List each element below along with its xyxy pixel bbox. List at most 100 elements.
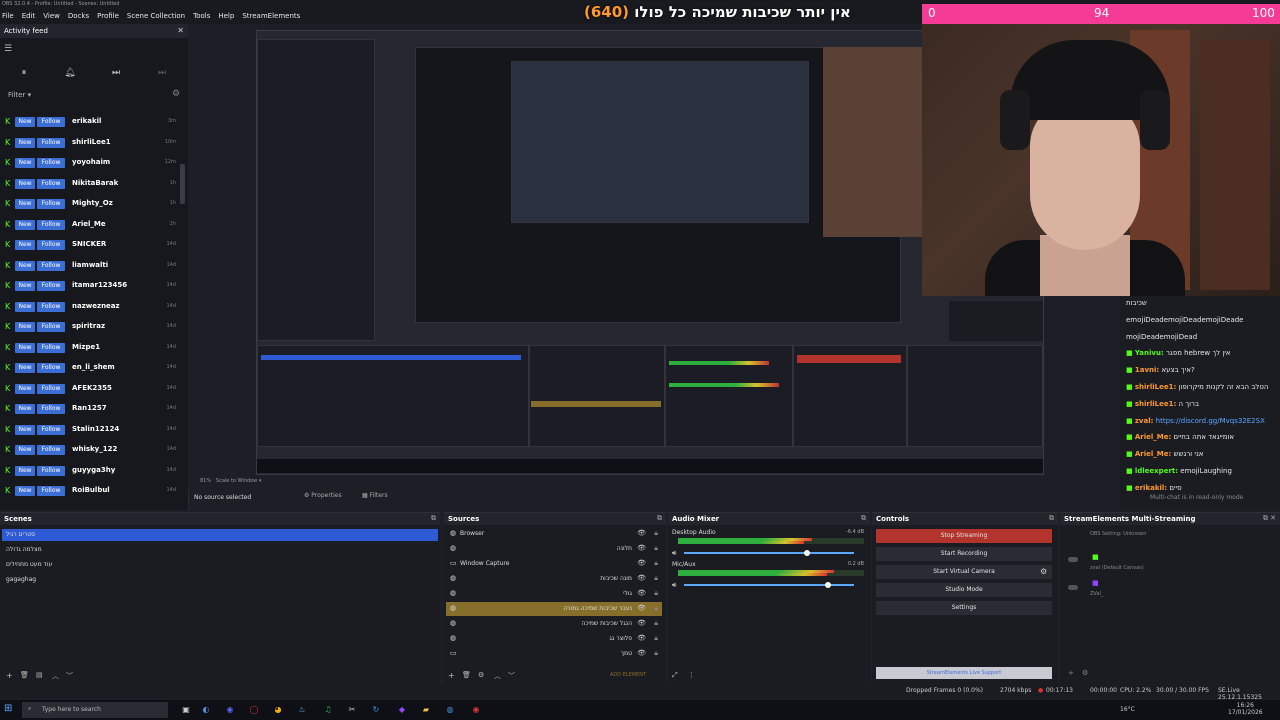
add-element-button[interactable]: ADD ELEMENT (610, 672, 646, 678)
speaker-icon[interactable]: 🔊︎ (672, 581, 676, 590)
lock-icon[interactable]: 🔒︎ (654, 604, 658, 613)
gear-icon[interactable]: ⚙ (1082, 669, 1088, 677)
folder-icon[interactable]: ▰ (420, 704, 432, 716)
source-item[interactable]: ◍ גולי 👁︎ 🔒︎ (446, 587, 662, 601)
menu-view[interactable]: View (43, 12, 60, 20)
scene-item[interactable]: מצלמה גדולה (2, 544, 438, 556)
windows-start-icon[interactable]: ⊞ (4, 703, 12, 714)
settings-button[interactable]: Settings (876, 601, 1052, 615)
lock-icon[interactable]: 🔒︎ (654, 634, 658, 643)
feed-row[interactable]: K New Follow nazwezneaz 14d (0, 299, 180, 315)
eye-icon[interactable]: 👁︎ (637, 619, 646, 627)
feed-row[interactable]: K New Follow SNICKER 14d (0, 237, 180, 253)
steam-icon[interactable]: ♨ (296, 704, 308, 716)
source-item[interactable]: ◍ פלוצר גג 👁︎ 🔒︎ (446, 632, 662, 646)
add-scene-icon[interactable]: + (6, 671, 13, 680)
feed-row[interactable]: K New Follow itamar123456 14d (0, 278, 180, 294)
toggle[interactable] (1068, 585, 1078, 590)
feed-row[interactable]: K New Follow shirliLee1 10m (0, 135, 180, 151)
opera-icon[interactable]: ◯ (248, 704, 260, 716)
obs-icon[interactable]: ◉ (470, 704, 482, 716)
skip-end-icon[interactable]: ⏭ (156, 68, 168, 80)
feed-row[interactable]: K New Follow en_li_shem 14d (0, 360, 180, 376)
feed-row[interactable]: K New Follow Mizpe1 14d (0, 340, 180, 356)
eye-icon[interactable]: 👁︎ (637, 649, 646, 657)
menu-edit[interactable]: Edit (22, 12, 36, 20)
menu-docks[interactable]: Docks (68, 12, 89, 20)
feed-row[interactable]: K New Follow whisky_122 14d (0, 442, 180, 458)
feed-row[interactable]: K New Follow Stalin12124 14d (0, 422, 180, 438)
chrome-icon[interactable]: ◕ (272, 704, 284, 716)
browser-icon[interactable]: ◍ (444, 704, 456, 716)
eye-icon[interactable]: 👁︎ (637, 589, 646, 597)
lock-icon[interactable]: 🔒︎ (654, 559, 658, 568)
task-view-icon[interactable]: ▣ (180, 704, 192, 716)
undock-icon[interactable]: ⧉ (431, 514, 436, 523)
bell-icon[interactable]: 🔔︎ (64, 68, 76, 80)
filter-icon[interactable]: ▤ (36, 671, 43, 679)
menu-profile[interactable]: Profile (97, 12, 119, 20)
source-item[interactable]: ◍ מונה שכיבות 👁︎ 🔒︎ (446, 572, 662, 586)
capcut-icon[interactable]: ✂ (346, 704, 358, 716)
feed-row[interactable]: K New Follow spiritraz 14d (0, 319, 180, 335)
eye-icon[interactable]: 👁︎ (637, 574, 646, 582)
add-icon[interactable]: + (1068, 669, 1074, 677)
filter-dropdown[interactable]: Filter ▾ (8, 91, 31, 99)
lock-icon[interactable]: 🔒︎ (654, 529, 658, 538)
feed-row[interactable]: K New Follow Ran1257 14d (0, 401, 180, 417)
menu-tools[interactable]: Tools (193, 12, 210, 20)
studio-mode-button[interactable]: Studio Mode (876, 583, 1052, 597)
menu-scene-collection[interactable]: Scene Collection (127, 12, 185, 20)
down-icon[interactable]: ﹀ (66, 671, 73, 681)
menu-icon[interactable]: ☰ (4, 44, 12, 54)
scene-item[interactable]: סטרים רגיל (2, 529, 438, 541)
feed-row[interactable]: K New Follow yoyohaim 12m (0, 155, 180, 171)
skip-icon[interactable]: ⏭ (110, 68, 122, 80)
feed-scrollbar[interactable] (180, 164, 185, 204)
pause-icon[interactable]: ⏸ (18, 68, 30, 80)
feed-row[interactable]: K New Follow Mighty_Oz 1h (0, 196, 180, 212)
speaker-icon[interactable]: 🔊︎ (672, 549, 676, 558)
menu-file[interactable]: File (2, 12, 14, 20)
down-icon[interactable]: ﹀ (508, 671, 515, 681)
source-item[interactable]: ▭ טמך 👁︎ 🔒︎ (446, 647, 662, 661)
spotify-icon[interactable]: ♫ (322, 704, 334, 716)
start-recording-button[interactable]: Start Recording (876, 547, 1052, 561)
clock[interactable]: 16:26 17/01/2026 (1228, 702, 1263, 716)
more-icon[interactable]: ⋮ (688, 671, 695, 679)
source-item[interactable]: ◍ נעבר שכיבות שמיכה גמורה 👁︎ 🔒︎ (446, 602, 662, 616)
chat-text[interactable]: https://discord.gg/Mvqs32E2SX (1156, 417, 1265, 425)
eye-icon[interactable]: 👁︎ (637, 559, 646, 567)
feed-row[interactable]: K New Follow AFEK2355 14d (0, 381, 180, 397)
add-source-icon[interactable]: + (448, 671, 455, 680)
feed-row[interactable]: K New Follow liamwalti 14d (0, 258, 180, 274)
toggle[interactable] (1068, 557, 1078, 562)
source-item[interactable]: ◍ הנגל שכיבות שמיכה 👁︎ 🔒︎ (446, 617, 662, 631)
eye-icon[interactable]: 👁︎ (637, 604, 646, 612)
lock-icon[interactable]: 🔒︎ (654, 544, 658, 553)
up-icon[interactable]: ︿ (494, 671, 501, 681)
filters-button[interactable]: ▦ Filters (362, 492, 388, 499)
start-virtual-camera-button[interactable]: Start Virtual Camera (876, 565, 1052, 579)
feed-row[interactable]: K New Follow erikakil 3m (0, 114, 180, 130)
twitch-taskbar-icon[interactable]: ◆ (396, 704, 408, 716)
gear-icon[interactable]: ⚙ (478, 671, 484, 679)
volume-slider-handle[interactable] (825, 582, 831, 588)
scene-item[interactable]: עוד מעט מתחילים (2, 559, 438, 571)
source-item[interactable]: ◍ תלונה 👁︎ 🔒︎ (446, 542, 662, 556)
lock-icon[interactable]: 🔒︎ (654, 619, 658, 628)
menu-help[interactable]: Help (218, 12, 234, 20)
lock-icon[interactable]: 🔒︎ (654, 589, 658, 598)
taskbar-search[interactable]: ⌕ Type here to search (22, 702, 168, 718)
eye-icon[interactable]: 👁︎ (637, 544, 646, 552)
scene-item[interactable]: gagaghag (2, 574, 438, 586)
stop-streaming-button[interactable]: Stop Streaming (876, 529, 1052, 543)
volume-slider[interactable] (684, 552, 854, 554)
close-icon[interactable]: ⧉ ✕ (1263, 514, 1276, 523)
feed-row[interactable]: K New Follow guyyga3hy 14d (0, 463, 180, 479)
lock-icon[interactable]: 🔒︎ (654, 649, 658, 658)
gear-icon[interactable]: ⚙ (172, 89, 180, 99)
lock-icon[interactable]: 🔒︎ (654, 574, 658, 583)
link-icon[interactable]: ⤢ (672, 671, 678, 680)
trash-icon[interactable]: 🗑︎ (20, 671, 29, 679)
